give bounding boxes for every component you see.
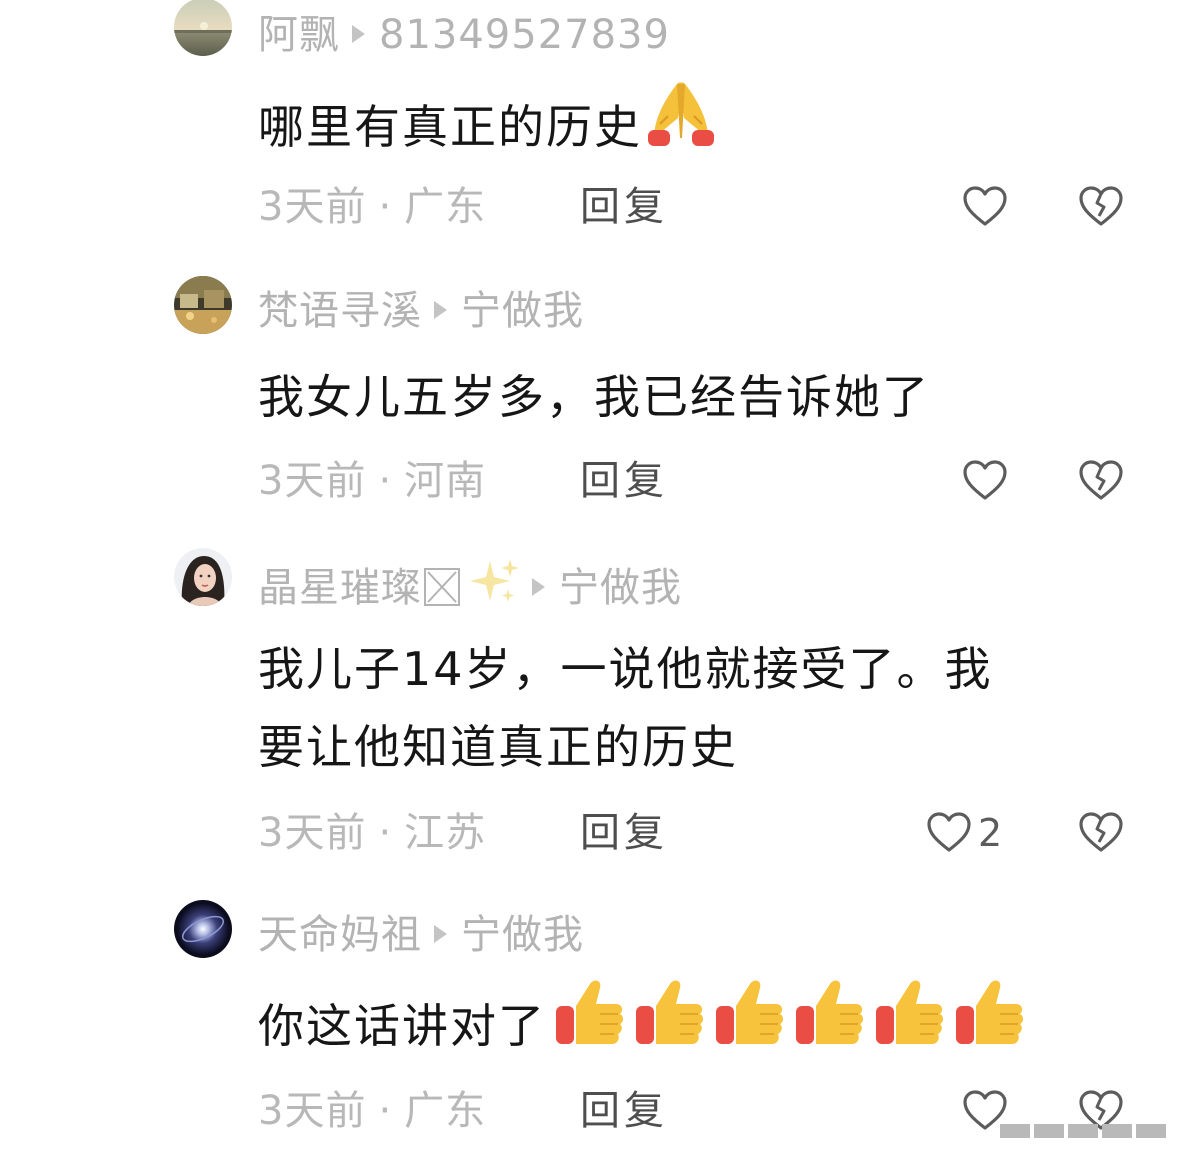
comment-meta: 3天前 · 广东 [258,182,486,232]
comment-header: 天命妈祖 宁做我 [258,910,584,960]
reply-arrow-icon [434,301,447,319]
reply-arrow-icon [352,25,365,43]
broken-heart-icon [1079,186,1123,226]
comment-text: 你这话讲对了 [258,979,1138,1077]
like-button[interactable] [962,182,1008,232]
username[interactable]: 梵语寻溪 [258,288,422,334]
comment-text: 哪里有真正的历史 [258,82,1138,177]
avatar[interactable] [174,0,232,56]
separator-dot: · [378,810,393,856]
reply-arrow-icon [532,578,545,596]
reply-button[interactable]: 回复 [580,182,668,232]
broken-heart-icon [1079,460,1123,500]
broken-heart-icon [1079,812,1123,852]
comment-location: 河南 [404,458,487,504]
like-count: 2 [978,811,1003,855]
username[interactable]: 天命妈祖 [258,912,422,958]
username[interactable]: 阿飘 [258,12,340,58]
comment-text-line: 要让他知道真正的历史 [258,720,738,774]
comment-text-content: 哪里有真正的历史 [258,100,642,154]
comment-time: 3天前 [258,1088,367,1134]
username[interactable]: 晶星璀璨 [258,565,422,611]
comment-location: 广东 [404,184,487,230]
reply-button[interactable]: 回复 [580,1086,668,1136]
reply-to-username[interactable]: 宁做我 [461,288,584,334]
like-button[interactable]: 2 [926,808,1002,858]
missing-glyph-icon [424,568,460,606]
comment-meta: 3天前 · 河南 [258,456,486,506]
dislike-button[interactable] [1078,808,1124,858]
comment-time: 3天前 [258,184,367,230]
reply-arrow-icon [434,925,447,943]
separator-dot: · [378,1088,393,1134]
comment-time: 3天前 [258,458,367,504]
comment-location: 江苏 [404,810,487,856]
comment-meta: 3天前 · 广东 [258,1086,486,1136]
comment-time: 3天前 [258,810,367,856]
like-button[interactable] [962,456,1008,506]
comment-text-line: 我儿子14岁，一说他就接受了。我 [258,642,993,696]
avatar[interactable] [174,548,232,606]
watermark-bars [1000,1124,1166,1138]
separator-dot: · [378,458,393,504]
reply-button[interactable]: 回复 [580,808,668,858]
avatar[interactable] [174,900,232,958]
dislike-button[interactable] [1078,456,1124,506]
thumbs-up-icons [554,976,1024,1071]
avatar[interactable] [174,276,232,334]
comment-text-content: 你这话讲对了 [258,999,546,1053]
sparkles-icon [468,557,520,617]
comment-header: 晶星璀璨 宁做我 [258,557,682,620]
comment-meta: 3天前 · 江苏 [258,808,486,858]
heart-icon [963,186,1007,226]
reply-button[interactable]: 回复 [580,456,668,506]
heart-icon [963,460,1007,500]
folded-hands-icon [644,78,718,171]
reply-to-username[interactable]: 宁做我 [461,912,584,958]
comment-text: 我儿子14岁，一说他就接受了。我 要让他知道真正的历史 [258,630,1138,786]
comment-header: 梵语寻溪 宁做我 [258,286,584,336]
reply-to-username[interactable]: 宁做我 [559,565,682,611]
comment-location: 广东 [404,1088,487,1134]
comment-list: 阿飘 81349527839 哪里有真正的历史 3天前 · 广东 回复 梵语寻溪… [0,0,1179,1151]
separator-dot: · [378,184,393,230]
comment-text-content: 我女儿五岁多，我已经告诉她了 [258,370,930,424]
dislike-button[interactable] [1078,182,1124,232]
comment-header: 阿飘 81349527839 [258,10,670,60]
reply-to-username[interactable]: 81349527839 [379,12,670,58]
comment-text: 我女儿五岁多，我已经告诉她了 [258,358,1138,436]
heart-icon [927,812,971,852]
